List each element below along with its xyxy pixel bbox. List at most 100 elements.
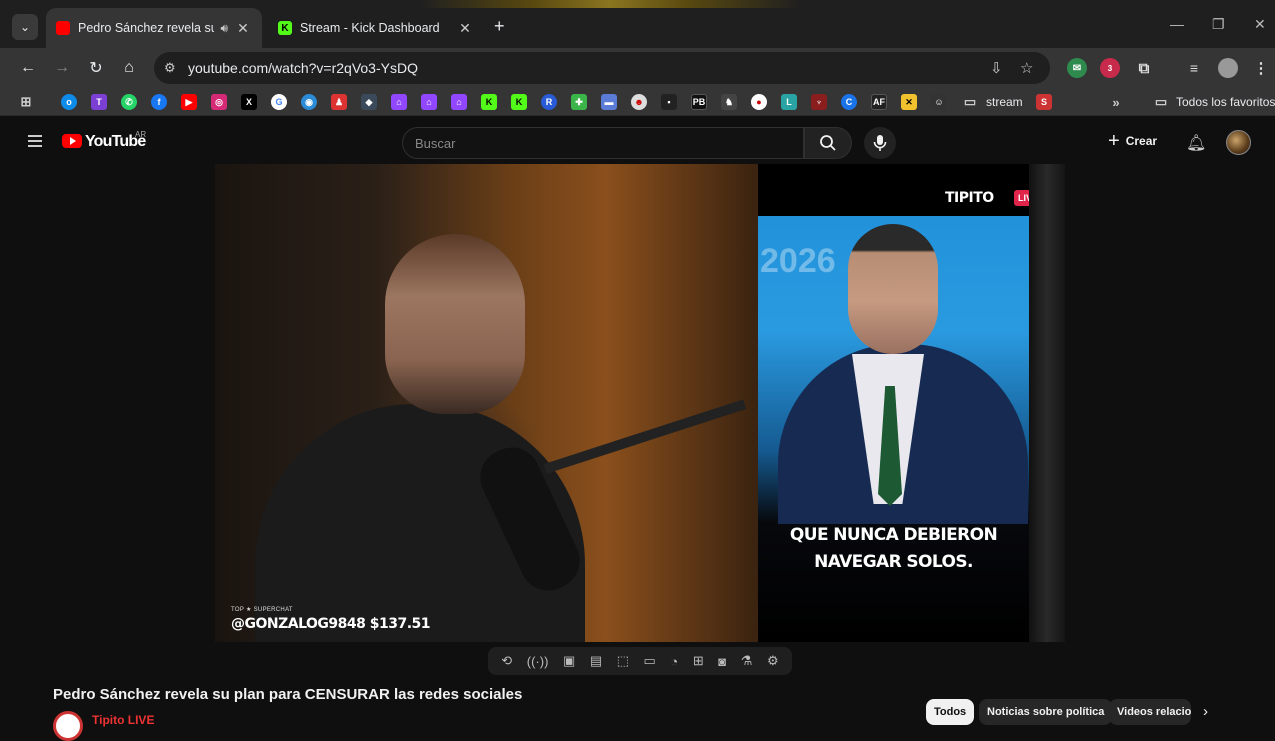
facebook-icon[interactable]: f bbox=[151, 94, 167, 110]
bookmark-circle-icon[interactable]: o bbox=[61, 94, 77, 110]
film-icon[interactable]: ▤ bbox=[590, 653, 602, 669]
media-control-icon[interactable]: ≡ bbox=[1184, 58, 1204, 78]
all-bookmarks-folder[interactable]: Todos los favoritos bbox=[1176, 95, 1275, 109]
create-button[interactable]: + Crear bbox=[1108, 130, 1158, 152]
youtube-bookmark-icon[interactable]: ▶ bbox=[181, 94, 197, 110]
bookmark-banner-icon[interactable]: ▬ bbox=[601, 94, 617, 110]
screenshot-camera-icon[interactable]: ◙ bbox=[718, 654, 726, 669]
bookmark-af-icon[interactable]: AF bbox=[871, 94, 887, 110]
chip-todos[interactable]: Todos bbox=[926, 699, 975, 725]
bookmark-s-icon[interactable]: S bbox=[1036, 94, 1052, 110]
bookmark-demon-icon[interactable]: ♆ bbox=[811, 94, 827, 110]
speech-video-feed: 2026 TIPITO LIVE QUE NUNCA DEBIERON NAVE… bbox=[758, 164, 1029, 642]
apps-grid-icon[interactable]: ⊞ bbox=[18, 94, 34, 110]
youtube-masthead: YouTube AR Buscar + Crear 🔔︎ bbox=[8, 122, 1267, 164]
bookmark-dark-icon[interactable]: ▪ bbox=[661, 94, 677, 110]
add-frame-icon[interactable]: ⊞ bbox=[693, 653, 704, 669]
bookmark-star-icon[interactable]: ☆ bbox=[1020, 59, 1033, 77]
install-app-icon[interactable]: ⇩ bbox=[990, 59, 1003, 77]
bookmark-r-icon[interactable]: R bbox=[541, 94, 557, 110]
tab-youtube[interactable]: Pedro Sánchez revela su plan para CENSUR… bbox=[46, 8, 262, 48]
bookmark-folder-stream[interactable]: stream bbox=[986, 95, 1023, 109]
close-tab-icon[interactable]: ✕ bbox=[456, 20, 474, 37]
bookmark-figure-icon[interactable]: ♟ bbox=[331, 94, 347, 110]
bookmark-t-icon[interactable]: T bbox=[91, 94, 107, 110]
theater-icon[interactable]: ▭ bbox=[644, 653, 656, 669]
folder-icon: ▭ bbox=[1154, 94, 1168, 109]
x-twitter-icon[interactable]: X bbox=[241, 94, 257, 110]
channel-name[interactable]: Tipito LIVE bbox=[92, 713, 154, 727]
extension-badge-count: 3 bbox=[1107, 63, 1113, 73]
account-avatar[interactable] bbox=[1226, 130, 1251, 155]
tab-strip: ⌄ Pedro Sánchez revela su plan para CENS… bbox=[0, 0, 1275, 48]
site-info-icon[interactable]: ⚙ bbox=[164, 60, 176, 76]
back-button[interactable]: ← bbox=[17, 57, 39, 79]
bookmark-character-icon[interactable]: ☺ bbox=[931, 94, 947, 110]
bookmark-wolf-icon[interactable]: ♞ bbox=[721, 94, 737, 110]
bookmark-l-icon[interactable]: L bbox=[781, 94, 797, 110]
home-button[interactable]: ⌂ bbox=[118, 57, 140, 79]
settings-gear-icon[interactable]: ⚙ bbox=[767, 653, 779, 669]
bookmark-shield-icon[interactable]: ◆ bbox=[361, 94, 377, 110]
extension-green-icon[interactable]: ✉ bbox=[1067, 58, 1087, 78]
crop-icon[interactable]: ⬚ bbox=[617, 653, 629, 669]
bookmark-eye-icon[interactable]: ◉ bbox=[301, 94, 317, 110]
voice-search-button[interactable] bbox=[864, 127, 896, 159]
extension-badge-icon[interactable]: 3 bbox=[1100, 58, 1120, 78]
close-window-button[interactable]: ✕ bbox=[1254, 16, 1266, 33]
kick-bookmark-icon[interactable]: K bbox=[511, 94, 527, 110]
guide-menu-icon[interactable] bbox=[28, 135, 42, 147]
broadcast-icon[interactable]: ((·)) bbox=[527, 654, 549, 669]
youtube-logo-icon[interactable] bbox=[62, 134, 82, 148]
browser-toolbar: ← → ↻ ⌂ ⚙ youtube.com/watch?v=r2qVo3-YsD… bbox=[0, 48, 1275, 88]
mic-arm bbox=[543, 399, 747, 474]
extensions-puzzle-icon[interactable]: ⧉ bbox=[1134, 58, 1154, 78]
tab-search-button[interactable]: ⌄ bbox=[12, 14, 38, 40]
bookmark-c-icon[interactable]: C bbox=[841, 94, 857, 110]
video-player[interactable]: TOP ★ SUPERCHAT @GONZALOG9848 $137.51 20… bbox=[215, 164, 1065, 642]
flask-icon[interactable]: ⚗ bbox=[741, 653, 753, 669]
twitch-icon[interactable]: ⌂ bbox=[421, 94, 437, 110]
search-button[interactable] bbox=[804, 127, 852, 159]
bookmark-record-icon[interactable]: ● bbox=[751, 94, 767, 110]
create-label: Crear bbox=[1125, 134, 1158, 148]
bookmark-face-icon[interactable]: ☻ bbox=[631, 94, 647, 110]
chip-noticias-politica[interactable]: Noticias sobre política bbox=[979, 699, 1113, 725]
folder-icon: ▭ bbox=[963, 94, 977, 109]
whatsapp-icon[interactable]: ✆ bbox=[121, 94, 137, 110]
channel-avatar[interactable] bbox=[53, 711, 83, 741]
plus-icon: + bbox=[1108, 130, 1120, 152]
address-bar[interactable]: ⚙ youtube.com/watch?v=r2qVo3-YsDQ ⇩ ☆ bbox=[154, 52, 1050, 84]
kick-bookmark-icon[interactable]: K bbox=[481, 94, 497, 110]
minimize-button[interactable]: — bbox=[1170, 16, 1184, 32]
bookmark-puzzle-icon[interactable]: ✚ bbox=[571, 94, 587, 110]
chevron-right-icon[interactable]: › bbox=[1203, 703, 1208, 720]
kick-icon: K bbox=[278, 21, 292, 35]
twitch-icon[interactable]: ⌂ bbox=[391, 94, 407, 110]
loop-icon[interactable]: ⟲ bbox=[501, 653, 512, 669]
twitch-icon[interactable]: ⌂ bbox=[451, 94, 467, 110]
bookmark-pb-icon[interactable]: PB bbox=[691, 94, 707, 110]
speed-gauge-icon[interactable]: ◔ bbox=[670, 654, 678, 669]
speaker-icon[interactable]: 🔊︎ bbox=[220, 21, 228, 36]
new-tab-button[interactable]: + bbox=[494, 16, 505, 37]
cast-icon[interactable]: ▣ bbox=[563, 653, 575, 669]
menu-kebab-icon[interactable]: ⋮ bbox=[1251, 58, 1271, 78]
reload-button[interactable]: ↻ bbox=[85, 57, 107, 79]
tab-title: Pedro Sánchez revela su plan para CENSUR… bbox=[78, 21, 215, 35]
close-tab-icon[interactable]: ✕ bbox=[234, 20, 252, 37]
forward-button[interactable]: → bbox=[51, 57, 73, 79]
restore-button[interactable]: ❐ bbox=[1212, 16, 1225, 33]
youtube-icon bbox=[56, 21, 70, 35]
player-extension-toolbar: ⟲ ((·)) ▣ ▤ ⬚ ▭ ◔ ⊞ ◙ ⚗ ⚙ bbox=[488, 647, 792, 675]
tab-kick-dashboard[interactable]: K Stream - Kick Dashboard ✕ bbox=[268, 8, 484, 48]
profile-avatar[interactable] bbox=[1218, 58, 1238, 78]
notifications-bell-icon[interactable]: 🔔︎ bbox=[1186, 133, 1206, 153]
caption-line-1: QUE NUNCA DEBIERON bbox=[789, 525, 998, 545]
bookmark-x-icon[interactable]: ✕ bbox=[901, 94, 917, 110]
more-bookmarks-icon[interactable]: » bbox=[1108, 94, 1124, 110]
search-input[interactable]: Buscar bbox=[402, 127, 804, 159]
chip-videos-relacionados[interactable]: Videos relacionados bbox=[1109, 699, 1191, 725]
google-icon[interactable]: G bbox=[271, 94, 287, 110]
instagram-icon[interactable]: ◎ bbox=[211, 94, 227, 110]
